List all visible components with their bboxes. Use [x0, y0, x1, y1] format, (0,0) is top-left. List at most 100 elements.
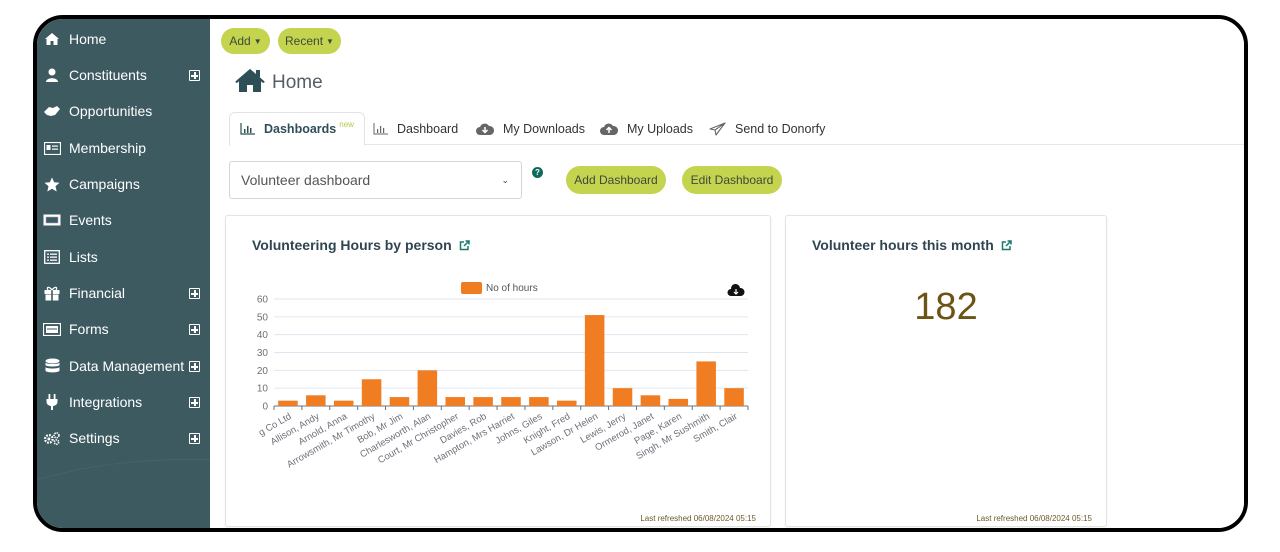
bar[interactable] [473, 397, 493, 406]
edit-dashboard-label: Edit Dashboard [690, 173, 774, 187]
star-icon [43, 177, 61, 192]
hours-by-person-widget: Volunteering Hours by person g Co Ltd All… [225, 215, 771, 527]
sidebar-item-events[interactable]: Events [37, 206, 210, 234]
recent-label: Recent [285, 34, 324, 48]
cloud-download-icon[interactable] [727, 283, 745, 296]
recent-menu-button[interactable]: Recent ▼ [278, 28, 341, 54]
bar-chart-icon [373, 122, 389, 135]
sidebar-item-label: Constituents [69, 67, 147, 83]
ticket-icon [43, 214, 61, 226]
y-tick-label: 50 [257, 312, 269, 323]
bar-chart-icon [240, 123, 256, 135]
sidebar-item-label: Campaigns [69, 176, 140, 192]
bar[interactable] [417, 370, 438, 406]
app-window: Home Constituents Opportunities Membership C… [33, 15, 1248, 532]
bar-chart: g Co LtdAllison, AndyArnold, AnnaArrowsm… [257, 282, 749, 470]
bar[interactable] [361, 379, 382, 406]
bar[interactable] [612, 388, 633, 406]
cogs-icon [43, 431, 61, 446]
id-card-icon [43, 141, 61, 155]
y-tick-label: 0 [262, 402, 268, 413]
tab-label: Send to Donorfy [735, 121, 826, 136]
y-tick-label: 30 [257, 348, 269, 359]
cloud-upload-icon [599, 122, 619, 136]
bar[interactable] [278, 400, 298, 406]
tab-my-downloads[interactable]: My Downloads [475, 112, 585, 145]
tab-dashboards[interactable]: Dashboards new [229, 112, 365, 146]
sidebar-item-label: Membership [69, 140, 147, 156]
sidebar-item-constituents[interactable]: Constituents [37, 61, 210, 89]
y-tick-label: 20 [257, 366, 269, 377]
form-icon [43, 322, 61, 336]
bar[interactable] [501, 397, 521, 406]
y-tick-label: 60 [257, 295, 269, 306]
chevron-down-icon: ▼ [253, 36, 262, 46]
new-badge: new [339, 119, 354, 129]
expand-plus-icon[interactable] [189, 397, 200, 408]
sidebar-item-membership[interactable]: Membership [37, 134, 210, 162]
list-icon [43, 250, 61, 264]
sidebar-item-campaigns[interactable]: Campaigns [37, 170, 210, 198]
edit-dashboard-button[interactable]: Edit Dashboard [682, 166, 782, 194]
sidebar-item-forms[interactable]: Forms [37, 315, 210, 343]
sidebar-item-lists[interactable]: Lists [37, 243, 210, 271]
bar[interactable] [668, 398, 689, 406]
database-icon [43, 358, 61, 374]
legend-swatch [461, 282, 482, 294]
bar[interactable] [557, 400, 577, 406]
bar[interactable] [445, 397, 465, 406]
kpi-value: 182 [914, 286, 978, 328]
help-icon[interactable]: ? [532, 167, 543, 178]
sidebar-item-opportunities[interactable]: Opportunities [37, 97, 210, 125]
bar[interactable] [306, 395, 326, 406]
bar[interactable] [724, 388, 744, 406]
sidebar: Home Constituents Opportunities Membership C… [37, 19, 487, 528]
dashboard-select[interactable]: Volunteer dashboard ⌄ [229, 161, 522, 199]
chevron-down-icon: ⌄ [501, 175, 509, 185]
page-title: Home [234, 67, 323, 98]
sidebar-item-home[interactable]: Home [37, 25, 210, 53]
chevron-down-icon: ▼ [326, 36, 334, 46]
gift-icon [43, 286, 61, 301]
add-menu-button[interactable]: Add ▼ [221, 28, 270, 54]
last-refreshed: Last refreshed 06/08/2024 05:15 [976, 514, 1092, 523]
tab-my-uploads[interactable]: My Uploads [599, 112, 693, 145]
tab-send-to-donorfy[interactable]: Send to Donorfy [709, 112, 825, 145]
sidebar-item-label: Home [69, 31, 107, 47]
tab-label: Dashboards [264, 122, 337, 136]
dashboard-select-value: Volunteer dashboard [241, 172, 371, 188]
expand-plus-icon[interactable] [189, 70, 200, 81]
home-icon [234, 67, 266, 98]
y-tick-label: 10 [257, 384, 269, 395]
user-icon [43, 68, 61, 83]
sidebar-item-label: Financial [69, 285, 126, 301]
sidebar-item-label: Opportunities [69, 103, 153, 119]
sidebar-item-label: Lists [69, 249, 98, 265]
widget-title: Volunteer hours this month [812, 237, 1012, 253]
sidebar-item-settings[interactable]: Settings [37, 424, 210, 452]
tab-label: My Uploads [627, 121, 693, 136]
expand-plus-icon[interactable] [189, 433, 200, 444]
sidebar-item-data-management[interactable]: Data Management [37, 352, 210, 380]
bar[interactable] [389, 397, 410, 406]
expand-plus-icon[interactable] [189, 324, 200, 335]
bar[interactable] [640, 395, 661, 406]
add-label: Add [229, 34, 251, 48]
legend-label[interactable]: No of hours [486, 283, 538, 294]
bar[interactable] [333, 400, 354, 406]
bar[interactable] [584, 315, 605, 406]
tab-bar: Dashboards new Dashboard My Downloads My… [229, 107, 1244, 146]
sidebar-item-financial[interactable]: Financial [37, 279, 210, 307]
page-title-text: Home [272, 71, 323, 93]
bar[interactable] [529, 397, 549, 406]
hours-this-month-widget: Volunteer hours this month 182 Last refr… [785, 215, 1107, 527]
bar[interactable] [696, 361, 716, 406]
last-refreshed: Last refreshed 06/08/2024 05:15 [640, 514, 756, 523]
expand-plus-icon[interactable] [189, 288, 200, 299]
tab-dashboard[interactable]: Dashboard [373, 112, 458, 145]
add-dashboard-button[interactable]: Add Dashboard [566, 166, 666, 194]
sidebar-item-integrations[interactable]: Integrations [37, 388, 210, 416]
sidebar-item-label: Forms [69, 321, 109, 337]
external-link-icon[interactable] [1001, 239, 1012, 251]
expand-plus-icon[interactable] [189, 361, 200, 372]
